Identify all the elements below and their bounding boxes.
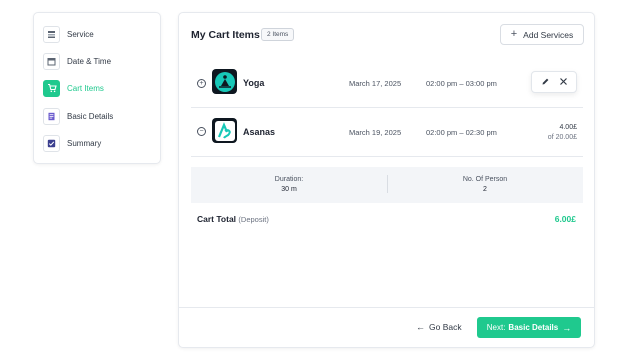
sidebar-item-basic-details[interactable]: Basic Details bbox=[43, 107, 113, 125]
cart-row-asanas: − Asanas March 19, 2025 02:00 pm – 02:30… bbox=[191, 108, 583, 157]
duration-value: 30 m bbox=[281, 186, 297, 193]
add-services-button[interactable]: + Add Services bbox=[500, 24, 584, 45]
service-time: 02:00 pm – 02:30 pm bbox=[426, 128, 497, 137]
deposit-note: (Deposit) bbox=[238, 215, 269, 224]
service-name: Asanas bbox=[243, 127, 276, 137]
cart-row-yoga: + Yoga March 17, 2025 02:00 pm – 03:00 p… bbox=[191, 60, 583, 108]
panel-footer: ← Go Back Next: Basic Details → bbox=[179, 307, 594, 348]
page-title: My Cart Items bbox=[191, 29, 260, 41]
arrow-right-icon: → bbox=[562, 322, 572, 333]
add-services-label: Add Services bbox=[523, 29, 574, 40]
service-date: March 19, 2025 bbox=[349, 128, 402, 137]
check-icon bbox=[43, 134, 60, 152]
document-icon bbox=[43, 107, 60, 125]
service-image bbox=[212, 69, 237, 94]
sidebar-item-date-time[interactable]: Date & Time bbox=[43, 52, 111, 70]
next-prefix: Next: bbox=[486, 323, 506, 332]
sidebar-item-label: Cart Items bbox=[67, 83, 104, 93]
arrow-left-icon: ← bbox=[416, 322, 425, 332]
service-name: Yoga bbox=[243, 78, 265, 88]
price-block: 4.00£ of 20.00£ bbox=[548, 123, 577, 143]
next-button[interactable]: Next: Basic Details → bbox=[477, 317, 581, 338]
sidebar-item-label: Basic Details bbox=[67, 111, 114, 121]
price-value: 4.00£ bbox=[559, 124, 577, 131]
plus-icon: + bbox=[510, 28, 518, 40]
persons-value: 2 bbox=[483, 186, 487, 193]
expand-toggle-icon[interactable]: + bbox=[197, 79, 206, 88]
duration-summary: Duration: 30 m bbox=[191, 175, 387, 195]
service-image bbox=[212, 118, 237, 143]
cart-icon bbox=[43, 79, 60, 97]
cart-summary: Duration: 30 m No. Of Person 2 bbox=[191, 167, 583, 203]
cart-total-value: 6.00£ bbox=[554, 214, 576, 224]
close-icon[interactable] bbox=[559, 73, 568, 91]
sidebar-item-label: Summary bbox=[67, 138, 102, 148]
go-back-label: Go Back bbox=[429, 322, 462, 332]
sidebar-item-cart-items[interactable]: Cart Items bbox=[43, 79, 104, 97]
edit-icon[interactable] bbox=[541, 73, 550, 91]
sidebar-item-label: Service bbox=[67, 29, 94, 39]
sidebar-item-label: Date & Time bbox=[67, 56, 112, 66]
sidebar-item-summary[interactable]: Summary bbox=[43, 134, 101, 152]
persons-label: No. Of Person bbox=[462, 176, 508, 183]
collapse-toggle-icon[interactable]: − bbox=[197, 127, 206, 136]
cart-total-text: Cart Total bbox=[197, 214, 237, 224]
item-count-badge: 2 Items bbox=[261, 28, 295, 41]
service-date: March 17, 2025 bbox=[349, 79, 402, 88]
go-back-button[interactable]: ← Go Back bbox=[416, 322, 462, 332]
service-time: 02:00 pm – 03:00 pm bbox=[426, 79, 497, 88]
steps-sidebar: Service Date & Time Cart Items Basic Det… bbox=[33, 12, 161, 164]
row-actions bbox=[531, 71, 577, 93]
duration-label: Duration: bbox=[274, 176, 304, 183]
list-icon bbox=[43, 25, 60, 43]
price-total: of 20.00£ bbox=[547, 134, 577, 141]
calendar-icon bbox=[43, 52, 60, 70]
cart-panel: My Cart Items 2 Items + Add Services + Y… bbox=[178, 12, 595, 348]
cart-total-label: Cart Total (Deposit) bbox=[197, 214, 269, 224]
next-step-label: Basic Details bbox=[508, 323, 559, 332]
sidebar-item-service[interactable]: Service bbox=[43, 25, 94, 43]
persons-summary: No. Of Person 2 bbox=[387, 175, 583, 195]
